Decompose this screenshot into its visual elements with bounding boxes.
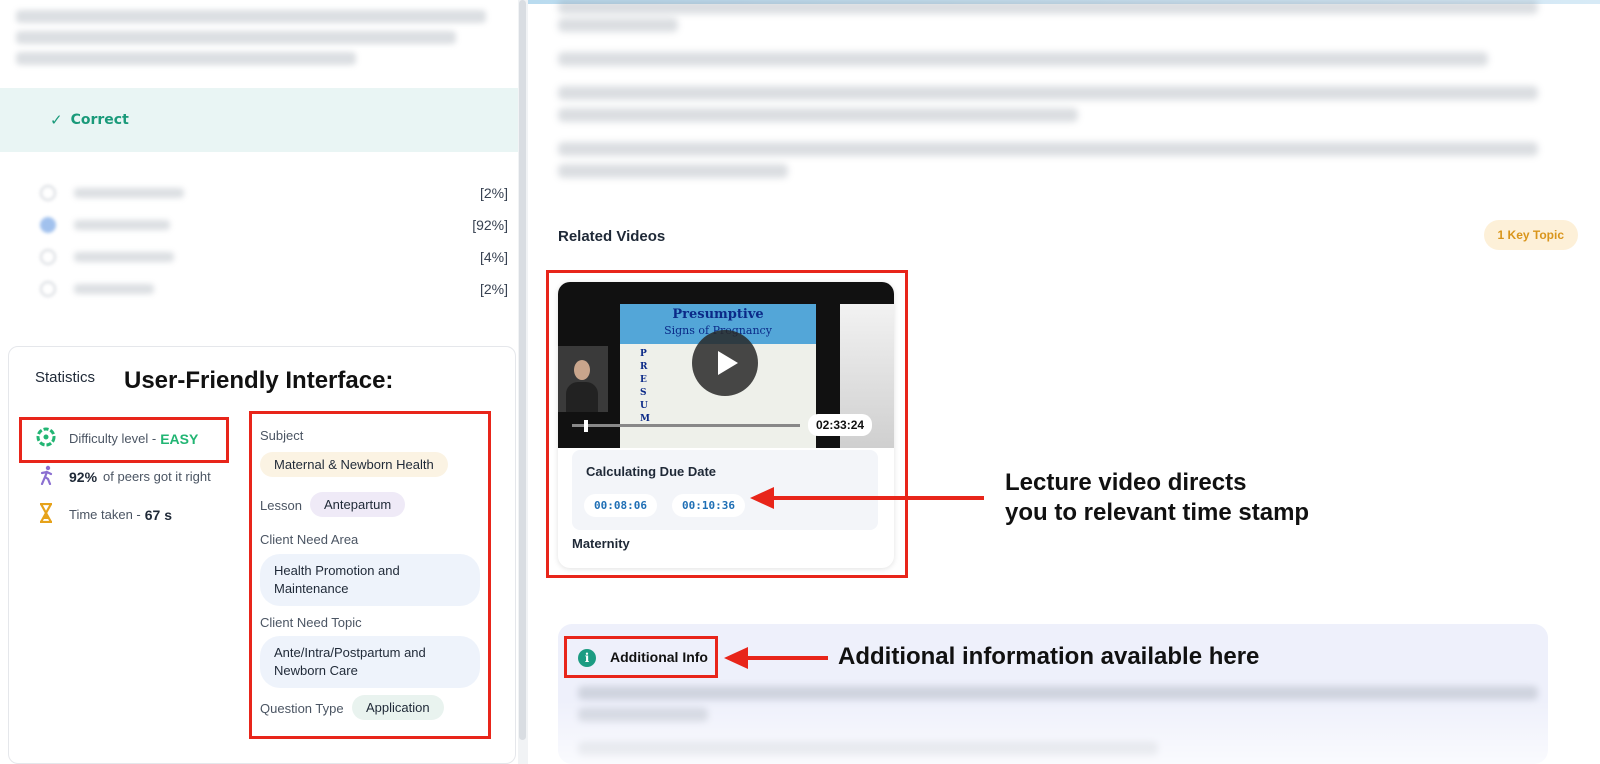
client-need-topic-line: Newborn Care xyxy=(274,663,358,678)
explanation-text-blurred xyxy=(558,142,1538,156)
client-need-topic-pill: Ante/Intra/Postpartum and Newborn Care xyxy=(260,636,480,688)
page: ✓ Correct [2%] [92%] [4%] [2%] Statistic… xyxy=(0,0,1600,764)
video-annotation: Lecture video directs you to relevant ti… xyxy=(1005,468,1309,528)
explanation-text-blurred xyxy=(558,0,1538,14)
peers-label: of peers got it right xyxy=(103,469,211,484)
client-need-area-line: Health Promotion and xyxy=(274,563,400,578)
video-card[interactable]: Presumptive Signs of Pregnancy P R E S U… xyxy=(558,282,894,568)
timestamp-panel: Calculating Due Date 00:08:06 00:10:36 xyxy=(572,450,878,530)
difficulty-label: Difficulty level - xyxy=(69,431,157,446)
slide-title: Presumptive xyxy=(672,307,764,322)
answer-options: [2%] [92%] [4%] [2%] xyxy=(40,177,508,305)
video-progress-bar[interactable] xyxy=(572,424,800,427)
related-videos-title: Related Videos xyxy=(558,228,666,245)
difficulty-row: Difficulty level - EASY xyxy=(35,427,198,450)
video-duration: 02:33:24 xyxy=(808,414,873,436)
video-annotation-line: Lecture video directs xyxy=(1005,469,1247,496)
timestamp-link[interactable]: 00:08:06 xyxy=(584,494,657,517)
correct-label: Correct xyxy=(70,112,129,128)
answer-option[interactable]: [2%] xyxy=(40,273,508,305)
key-topic-badge[interactable]: 1 Key Topic xyxy=(1483,220,1578,250)
subject-label: Subject xyxy=(260,428,304,443)
answer-text-blurred xyxy=(74,284,154,294)
question-panel: ✓ Correct [2%] [92%] [4%] [2%] Statistic… xyxy=(0,0,528,764)
additional-annotation-arrow-head xyxy=(724,647,748,669)
answer-option[interactable]: [4%] xyxy=(40,241,508,273)
explanation-text-blurred xyxy=(558,18,678,32)
question-type-label: Question Type xyxy=(260,701,344,716)
radio-icon[interactable] xyxy=(40,185,56,201)
play-icon xyxy=(718,351,738,375)
client-need-area-pill: Health Promotion and Maintenance xyxy=(260,554,480,606)
answer-text-blurred xyxy=(74,220,170,230)
left-scrollbar-thumb[interactable] xyxy=(519,0,526,740)
client-need-area-line: Maintenance xyxy=(274,581,349,596)
hourglass-icon xyxy=(35,502,57,526)
answer-option[interactable]: [92%] xyxy=(40,209,508,241)
slide-letters: P R E S U M xyxy=(640,349,650,424)
additional-annotation: Additional information available here xyxy=(838,643,1260,670)
bottom-fade xyxy=(528,700,1600,764)
radio-selected-icon[interactable] xyxy=(40,217,56,233)
explanation-text-blurred xyxy=(558,108,1078,122)
video-title[interactable]: Calculating Due Date xyxy=(586,464,716,479)
radio-icon[interactable] xyxy=(40,281,56,297)
answer-text-blurred xyxy=(74,252,174,262)
answer-text-blurred xyxy=(74,188,184,198)
question-type-pill: Application xyxy=(352,695,444,720)
client-need-topic-label: Client Need Topic xyxy=(260,615,362,630)
play-button[interactable] xyxy=(692,330,758,396)
client-need-area-label: Client Need Area xyxy=(260,532,359,547)
video-category: Maternity xyxy=(572,536,630,551)
statistics-title: Statistics xyxy=(35,369,96,386)
additional-annotation-arrow xyxy=(742,656,828,660)
timestamp-link[interactable]: 00:10:36 xyxy=(672,494,745,517)
explanation-text-blurred xyxy=(558,52,1488,66)
time-value: 67 s xyxy=(144,506,173,523)
additional-info-label[interactable]: Additional Info xyxy=(610,649,708,665)
client-need-topic-line: Ante/Intra/Postpartum and xyxy=(274,645,426,660)
info-icon: i xyxy=(578,649,596,667)
lesson-label: Lesson xyxy=(260,498,302,513)
presenter-thumbnail xyxy=(558,346,608,412)
answer-percent: [92%] xyxy=(472,217,508,233)
subject-pill: Maternal & Newborn Health xyxy=(260,452,448,477)
additional-text-blurred xyxy=(578,686,1538,700)
video-annotation-arrow xyxy=(768,496,984,500)
video-annotation-arrow-head xyxy=(750,487,774,509)
lesson-pill: Antepartum xyxy=(310,492,406,517)
answer-percent: [2%] xyxy=(479,185,508,201)
answer-option[interactable]: [2%] xyxy=(40,177,508,209)
answer-percent: [2%] xyxy=(479,281,508,297)
difficulty-value: EASY xyxy=(160,430,199,447)
explanation-text-blurred xyxy=(558,86,1538,100)
peers-percent: 92% xyxy=(69,468,98,485)
video-annotation-line: you to relevant time stamp xyxy=(1005,499,1310,526)
answer-percent: [4%] xyxy=(479,249,508,265)
explanation-text-blurred xyxy=(558,164,788,178)
radio-icon[interactable] xyxy=(40,249,56,265)
explanation-panel: Related Videos 1 Key Topic Presumptive S… xyxy=(528,0,1600,764)
peers-row: 92% of peers got it right xyxy=(35,465,211,488)
check-icon: ✓ xyxy=(50,111,63,129)
statistics-card: Statistics User-Friendly Interface: Diff… xyxy=(8,346,516,764)
question-meta-highlight-box: Subject Maternal & Newborn Health Lesson… xyxy=(249,411,491,739)
question-text-blurred xyxy=(16,10,496,73)
time-row: Time taken - 67 s xyxy=(35,502,173,526)
time-label: Time taken - xyxy=(69,507,141,522)
gauge-icon xyxy=(35,427,57,450)
user-friendly-annotation: User-Friendly Interface: xyxy=(124,367,394,394)
video-thumbnail[interactable]: Presumptive Signs of Pregnancy P R E S U… xyxy=(558,282,894,448)
video-progress-knob[interactable] xyxy=(584,420,588,432)
correct-banner: ✓ Correct xyxy=(0,88,528,152)
runner-icon xyxy=(35,465,57,488)
